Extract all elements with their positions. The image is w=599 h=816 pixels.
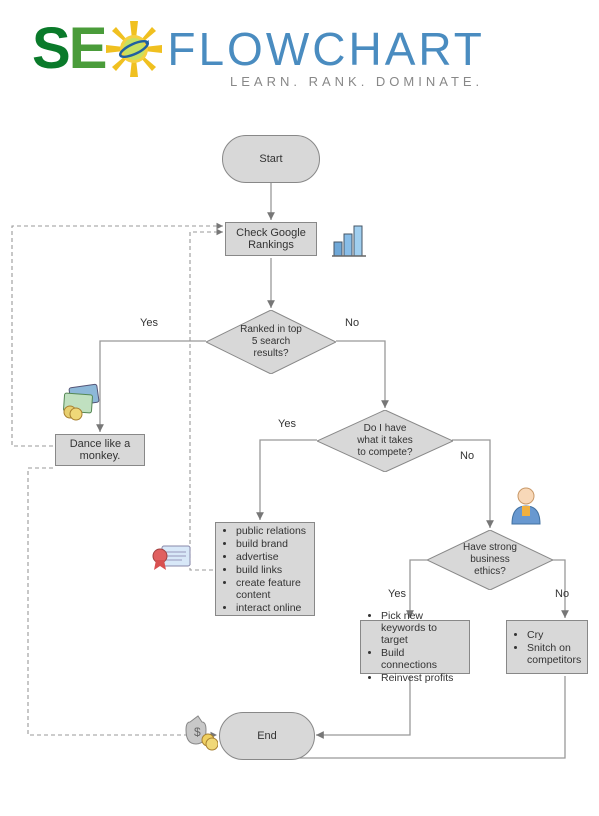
no-label-3: No <box>555 588 569 600</box>
node-ethics-no-actions: Cry Snitch on competitors <box>506 620 588 674</box>
node-start: Start <box>222 135 320 183</box>
logo-tagline: LEARN. RANK. DOMINATE. <box>230 74 485 89</box>
ethics-no-list: Cry Snitch on competitors <box>513 628 581 667</box>
have-compete-label: Do I have what it takes to compete? <box>339 423 431 459</box>
logo-e: E <box>69 16 106 81</box>
list-item: Build connections <box>381 647 463 671</box>
money-card-icon <box>60 382 104 427</box>
ethics-yes-list: Pick new keywords to target Build connec… <box>367 609 463 685</box>
strong-ethics-label: Have strong business ethics? <box>445 542 535 578</box>
node-have-compete: Do I have what it takes to compete? <box>317 410 453 472</box>
node-end: End <box>219 712 315 760</box>
list-item: Pick new keywords to target <box>381 610 463 646</box>
brand-logo: SE <box>32 15 485 89</box>
list-item: build brand <box>236 538 308 550</box>
list-item: Snitch on competitors <box>527 642 581 666</box>
svg-text:$: $ <box>194 725 201 739</box>
list-item: create feature content <box>236 577 308 601</box>
node-strong-ethics: Have strong business ethics? <box>427 530 553 590</box>
yes-label-3: Yes <box>388 588 406 600</box>
ranked-top5-label: Ranked in top 5 search results? <box>222 324 320 360</box>
logo-flowchart: FLOWCHART <box>167 22 485 76</box>
list-item: Cry <box>527 629 581 641</box>
node-compete-actions: public relations build brand advertise b… <box>215 522 315 616</box>
start-label: Start <box>259 153 282 165</box>
list-item: interact online <box>236 602 308 614</box>
list-item: public relations <box>236 525 308 537</box>
dance-monkey-label: Dance like a monkey. <box>70 438 131 462</box>
yes-label-1: Yes <box>140 317 158 329</box>
yes-label-2: Yes <box>278 418 296 430</box>
list-item: Reinvest profits <box>381 672 463 684</box>
money-bag-icon: $ <box>178 712 218 757</box>
node-ethics-yes-actions: Pick new keywords to target Build connec… <box>360 620 470 674</box>
list-item: advertise <box>236 551 308 563</box>
flowchart-canvas: Start Check Google Rankings Ranked in to… <box>0 120 599 816</box>
logo-s: S <box>32 16 69 81</box>
compete-actions-list: public relations build brand advertise b… <box>222 524 308 615</box>
node-dance-monkey: Dance like a monkey. <box>55 434 145 466</box>
no-label-1: No <box>345 317 359 329</box>
person-icon <box>506 484 546 533</box>
node-check-rankings: Check Google Rankings <box>225 222 317 256</box>
bar-chart-icon <box>330 220 370 265</box>
ribbon-certificate-icon <box>148 538 194 583</box>
list-item: build links <box>236 564 308 576</box>
sun-icon <box>105 20 163 78</box>
end-label: End <box>257 730 277 742</box>
check-rankings-label: Check Google Rankings <box>236 227 306 251</box>
node-ranked-top5: Ranked in top 5 search results? <box>206 310 336 374</box>
no-label-2: No <box>460 450 474 462</box>
